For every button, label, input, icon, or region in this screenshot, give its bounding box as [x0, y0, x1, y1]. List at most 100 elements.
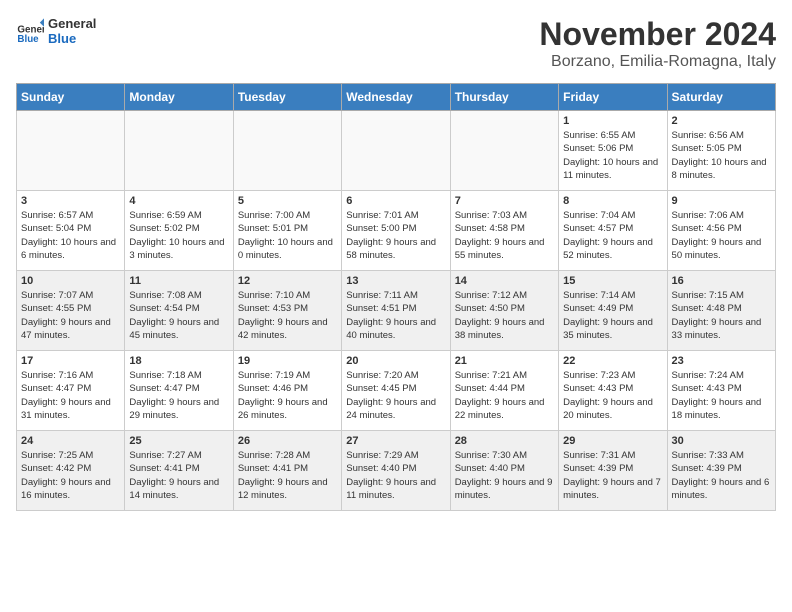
day-info: Sunrise: 7:24 AM Sunset: 4:43 PM Dayligh… — [672, 369, 771, 422]
calendar-week-row: 10 Sunrise: 7:07 AM Sunset: 4:55 PM Dayli… — [17, 271, 776, 351]
table-row: 6Sunrise: 7:01 AM Sunset: 5:00 PM Daylig… — [342, 191, 450, 271]
table-row: 10 Sunrise: 7:07 AM Sunset: 4:55 PM Dayli… — [17, 271, 125, 351]
day-info: Sunrise: 7:12 AM Sunset: 4:50 PM Dayligh… — [455, 289, 554, 342]
day-info: Sunrise: 7:28 AM Sunset: 4:41 PM Dayligh… — [238, 449, 337, 502]
day-info: Sunrise: 7:16 AM Sunset: 4:47 PM Dayligh… — [21, 369, 120, 422]
table-row: 24 Sunrise: 7:25 AM Sunset: 4:42 PM Dayli… — [17, 431, 125, 511]
day-number: 10 — [21, 275, 120, 287]
day-info: Sunrise: 7:14 AM Sunset: 4:49 PM Dayligh… — [563, 289, 662, 342]
col-thursday: Thursday — [450, 84, 558, 111]
day-number: 28 — [455, 435, 554, 447]
table-row: 3 Sunrise: 6:57 AM Sunset: 5:04 PM Daylig… — [17, 191, 125, 271]
logo-general-text: General — [48, 16, 96, 31]
logo-icon: General Blue — [16, 17, 44, 45]
table-row: 26Sunrise: 7:28 AM Sunset: 4:41 PM Dayli… — [233, 431, 341, 511]
logo-blue-text: Blue — [48, 31, 96, 46]
day-number: 9 — [672, 195, 771, 207]
table-row: 15 Sunrise: 7:14 AM Sunset: 4:49 PM Dayli… — [559, 271, 667, 351]
table-row: 23 Sunrise: 7:24 AM Sunset: 4:43 PM Dayli… — [667, 351, 775, 431]
svg-text:Blue: Blue — [17, 34, 39, 45]
table-row: 4 Sunrise: 6:59 AM Sunset: 5:02 PM Daylig… — [125, 191, 233, 271]
table-row: 27 Sunrise: 7:29 AM Sunset: 4:40 PM Dayli… — [342, 431, 450, 511]
table-row: 16 Sunrise: 7:15 AM Sunset: 4:48 PM Dayli… — [667, 271, 775, 351]
table-row — [342, 111, 450, 191]
day-info: Sunrise: 7:15 AM Sunset: 4:48 PM Dayligh… — [672, 289, 771, 342]
table-row: 12 Sunrise: 7:10 AM Sunset: 4:53 PM Dayli… — [233, 271, 341, 351]
col-friday: Friday — [559, 84, 667, 111]
table-row: 8 Sunrise: 7:04 AM Sunset: 4:57 PM Daylig… — [559, 191, 667, 271]
day-info: Sunrise: 6:55 AM Sunset: 5:06 PM Dayligh… — [563, 129, 662, 182]
day-info: Sunrise: 7:08 AM Sunset: 4:54 PM Dayligh… — [129, 289, 228, 342]
table-row: 7Sunrise: 7:03 AM Sunset: 4:58 PM Daylig… — [450, 191, 558, 271]
table-row: 17Sunrise: 7:16 AM Sunset: 4:47 PM Dayli… — [17, 351, 125, 431]
calendar-week-row: 1Sunrise: 6:55 AM Sunset: 5:06 PM Daylig… — [17, 111, 776, 191]
table-row: 30Sunrise: 7:33 AM Sunset: 4:39 PM Dayli… — [667, 431, 775, 511]
day-info: Sunrise: 7:06 AM Sunset: 4:56 PM Dayligh… — [672, 209, 771, 262]
calendar-week-row: 24 Sunrise: 7:25 AM Sunset: 4:42 PM Dayli… — [17, 431, 776, 511]
month-title: November 2024 — [539, 16, 776, 53]
table-row — [233, 111, 341, 191]
day-number: 7 — [455, 195, 554, 207]
col-saturday: Saturday — [667, 84, 775, 111]
day-info: Sunrise: 7:04 AM Sunset: 4:57 PM Dayligh… — [563, 209, 662, 262]
day-number: 5 — [238, 195, 337, 207]
day-info: Sunrise: 7:19 AM Sunset: 4:46 PM Dayligh… — [238, 369, 337, 422]
table-row: 19 Sunrise: 7:19 AM Sunset: 4:46 PM Dayli… — [233, 351, 341, 431]
day-info: Sunrise: 6:59 AM Sunset: 5:02 PM Dayligh… — [129, 209, 228, 262]
calendar-table: Sunday Monday Tuesday Wednesday Thursday… — [16, 83, 776, 511]
day-number: 3 — [21, 195, 120, 207]
day-info: Sunrise: 7:23 AM Sunset: 4:43 PM Dayligh… — [563, 369, 662, 422]
table-row: 18Sunrise: 7:18 AM Sunset: 4:47 PM Dayli… — [125, 351, 233, 431]
day-info: Sunrise: 7:29 AM Sunset: 4:40 PM Dayligh… — [346, 449, 445, 502]
day-number: 21 — [455, 355, 554, 367]
table-row: 2Sunrise: 6:56 AM Sunset: 5:05 PM Daylig… — [667, 111, 775, 191]
calendar-week-row: 17Sunrise: 7:16 AM Sunset: 4:47 PM Dayli… — [17, 351, 776, 431]
table-row: 1Sunrise: 6:55 AM Sunset: 5:06 PM Daylig… — [559, 111, 667, 191]
day-number: 22 — [563, 355, 662, 367]
day-number: 29 — [563, 435, 662, 447]
table-row: 11 Sunrise: 7:08 AM Sunset: 4:54 PM Dayli… — [125, 271, 233, 351]
table-row: 20 Sunrise: 7:20 AM Sunset: 4:45 PM Dayli… — [342, 351, 450, 431]
table-row: 9 Sunrise: 7:06 AM Sunset: 4:56 PM Daylig… — [667, 191, 775, 271]
day-info: Sunrise: 7:30 AM Sunset: 4:40 PM Dayligh… — [455, 449, 554, 502]
day-number: 15 — [563, 275, 662, 287]
day-number: 12 — [238, 275, 337, 287]
day-number: 23 — [672, 355, 771, 367]
day-info: Sunrise: 7:10 AM Sunset: 4:53 PM Dayligh… — [238, 289, 337, 342]
day-number: 14 — [455, 275, 554, 287]
calendar-week-row: 3 Sunrise: 6:57 AM Sunset: 5:04 PM Daylig… — [17, 191, 776, 271]
page-header: General Blue General Blue November 2024 … — [16, 16, 776, 71]
day-number: 20 — [346, 355, 445, 367]
day-info: Sunrise: 7:25 AM Sunset: 4:42 PM Dayligh… — [21, 449, 120, 502]
table-row — [125, 111, 233, 191]
day-number: 16 — [672, 275, 771, 287]
day-info: Sunrise: 7:27 AM Sunset: 4:41 PM Dayligh… — [129, 449, 228, 502]
day-info: Sunrise: 7:33 AM Sunset: 4:39 PM Dayligh… — [672, 449, 771, 502]
table-row: 29 Sunrise: 7:31 AM Sunset: 4:39 PM Dayli… — [559, 431, 667, 511]
table-row: 21 Sunrise: 7:21 AM Sunset: 4:44 PM Dayli… — [450, 351, 558, 431]
day-info: Sunrise: 7:21 AM Sunset: 4:44 PM Dayligh… — [455, 369, 554, 422]
day-number: 4 — [129, 195, 228, 207]
col-wednesday: Wednesday — [342, 84, 450, 111]
day-info: Sunrise: 7:01 AM Sunset: 5:00 PM Dayligh… — [346, 209, 445, 262]
day-info: Sunrise: 7:20 AM Sunset: 4:45 PM Dayligh… — [346, 369, 445, 422]
day-info: Sunrise: 7:18 AM Sunset: 4:47 PM Dayligh… — [129, 369, 228, 422]
day-info: Sunrise: 6:57 AM Sunset: 5:04 PM Dayligh… — [21, 209, 120, 262]
table-row — [450, 111, 558, 191]
table-row: 22 Sunrise: 7:23 AM Sunset: 4:43 PM Dayli… — [559, 351, 667, 431]
title-area: November 2024 Borzano, Emilia-Romagna, I… — [539, 16, 776, 71]
location-subtitle: Borzano, Emilia-Romagna, Italy — [539, 53, 776, 71]
table-row: 25Sunrise: 7:27 AM Sunset: 4:41 PM Dayli… — [125, 431, 233, 511]
day-info: Sunrise: 7:31 AM Sunset: 4:39 PM Dayligh… — [563, 449, 662, 502]
day-number: 19 — [238, 355, 337, 367]
table-row: 5 Sunrise: 7:00 AM Sunset: 5:01 PM Daylig… — [233, 191, 341, 271]
day-number: 27 — [346, 435, 445, 447]
day-info: Sunrise: 6:56 AM Sunset: 5:05 PM Dayligh… — [672, 129, 771, 182]
day-number: 8 — [563, 195, 662, 207]
day-info: Sunrise: 7:00 AM Sunset: 5:01 PM Dayligh… — [238, 209, 337, 262]
day-info: Sunrise: 7:07 AM Sunset: 4:55 PM Dayligh… — [21, 289, 120, 342]
day-number: 11 — [129, 275, 228, 287]
col-monday: Monday — [125, 84, 233, 111]
table-row: 28 Sunrise: 7:30 AM Sunset: 4:40 PM Dayli… — [450, 431, 558, 511]
day-number: 24 — [21, 435, 120, 447]
